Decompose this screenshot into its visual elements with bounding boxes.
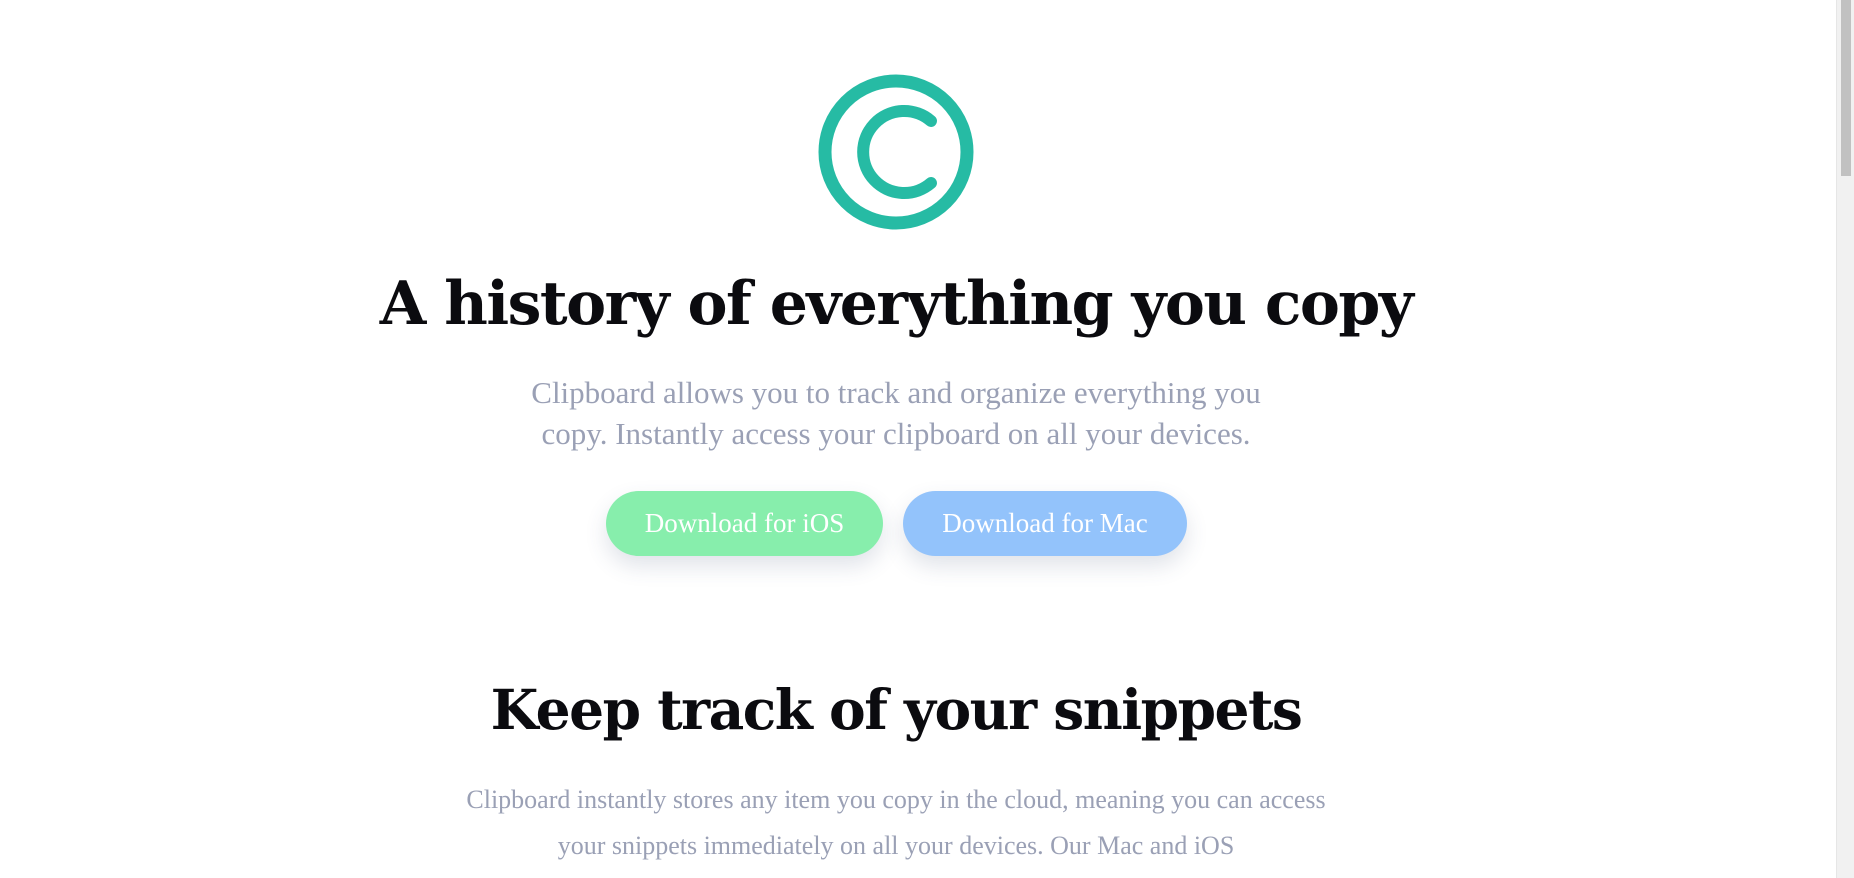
copyright-c-icon [818, 74, 974, 230]
snippets-section-title: Keep track of your snippets [490, 677, 1303, 742]
clipboard-logo [818, 74, 974, 230]
hero-title: A history of everything you copy [379, 269, 1414, 339]
hero-subtitle: Clipboard allows you to track and organi… [531, 375, 1261, 451]
snippets-section-text: Clipboard instantly stores any item you … [466, 785, 1326, 860]
download-mac-button[interactable]: Download for Mac [903, 491, 1187, 556]
scrollbar-thumb[interactable] [1841, 0, 1851, 176]
vertical-scrollbar[interactable] [1836, 0, 1854, 878]
page: A history of everything you copy Clipboa… [0, 0, 1836, 878]
download-buttons: Download for iOS Download for Mac [0, 491, 1792, 557]
download-ios-button[interactable]: Download for iOS [606, 491, 883, 556]
